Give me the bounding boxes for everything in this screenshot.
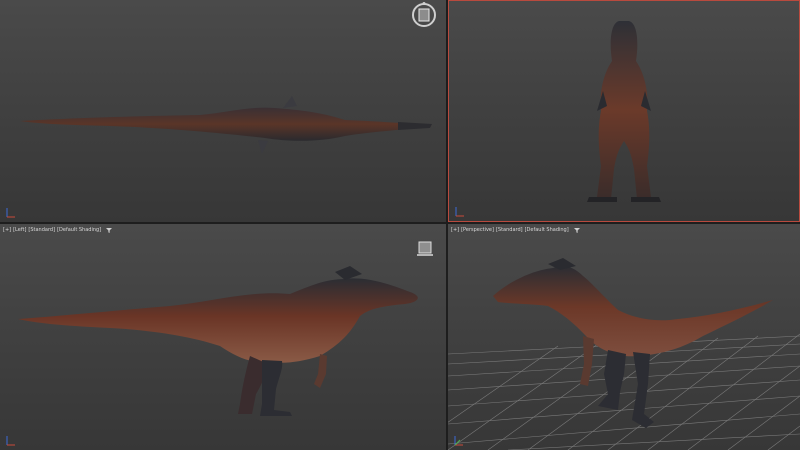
viewport-divider-vertical[interactable]	[446, 0, 448, 450]
viewport-left[interactable]: [+] [Left] [Standard] [Default Shading]	[0, 224, 446, 450]
dinosaur-side-view	[18, 266, 418, 416]
viewport-front[interactable]	[448, 0, 800, 222]
dinosaur-front-view	[587, 21, 661, 202]
axis-tripod-icon	[4, 204, 18, 218]
axis-tripod-icon	[453, 203, 467, 217]
viewport-top[interactable]	[0, 0, 446, 222]
dinosaur-perspective-view	[493, 258, 773, 428]
dinosaur-top-view	[20, 96, 432, 154]
axis-tripod-icon	[452, 432, 466, 446]
axis-tripod-icon	[4, 432, 18, 446]
viewport-perspective[interactable]: [+] [Perspective] [Standard] [Default Sh…	[448, 224, 800, 450]
viewcube-icon[interactable]	[410, 2, 438, 28]
viewport-divider-horizontal[interactable]	[0, 222, 800, 224]
